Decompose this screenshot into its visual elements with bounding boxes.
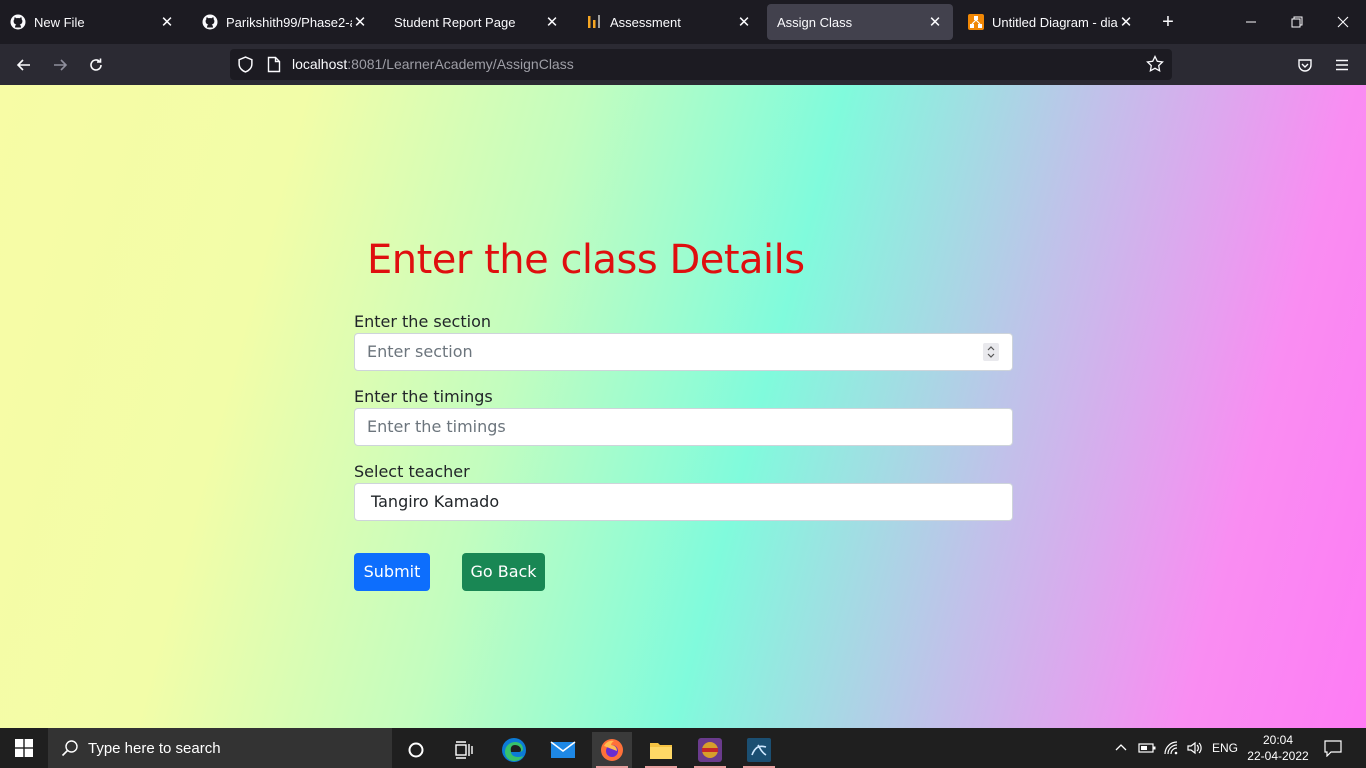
- teacher-label: Select teacher: [354, 462, 470, 481]
- star-icon[interactable]: [1146, 54, 1164, 78]
- teacher-select[interactable]: Tangiro Kamado: [354, 483, 1013, 521]
- clock-date: 22-04-2022: [1247, 749, 1309, 763]
- shield-icon[interactable]: [237, 56, 254, 78]
- firefox-icon[interactable]: [592, 732, 632, 768]
- github-icon: [10, 14, 26, 30]
- page-content: Enter the class Details Enter the sectio…: [0, 85, 1366, 728]
- tab-title: Assign Class: [777, 14, 853, 30]
- windows-taskbar: Type here to search ENG 20:04 22-04-2022: [0, 728, 1366, 768]
- tab-title: Student Report Page: [394, 14, 516, 30]
- close-icon[interactable]: ✕: [352, 13, 368, 31]
- tab-drawio[interactable]: Untitled Diagram - diagra ✕: [958, 4, 1144, 40]
- close-icon[interactable]: ✕: [927, 13, 943, 31]
- section-placeholder: Enter section: [367, 342, 473, 361]
- forward-arrow-icon[interactable]: [47, 52, 73, 78]
- tab-github-repo[interactable]: Parikshith99/Phase2-asse ✕: [192, 4, 378, 40]
- drawio-icon: [968, 14, 984, 30]
- github-icon: [202, 14, 218, 30]
- tab-title: Untitled Diagram - diagra: [992, 14, 1118, 30]
- edge-icon[interactable]: [494, 732, 534, 768]
- close-icon[interactable]: ✕: [736, 13, 752, 31]
- game-launcher-icon[interactable]: [690, 732, 730, 768]
- chevron-up-icon[interactable]: [1114, 728, 1128, 768]
- windows-start-icon[interactable]: [0, 728, 48, 768]
- tab-assign-class[interactable]: Assign Class ✕: [767, 4, 953, 40]
- search-placeholder: Type here to search: [88, 740, 221, 757]
- battery-icon[interactable]: [1138, 728, 1156, 768]
- tab-student-report[interactable]: Student Report Page ✕: [384, 4, 570, 40]
- tab-title: Assessment: [610, 14, 681, 30]
- restore-icon[interactable]: [1285, 10, 1309, 34]
- tab-title: New File: [34, 14, 85, 30]
- tab-assessment[interactable]: Assessment ✕: [576, 4, 762, 40]
- submit-button[interactable]: Submit: [354, 553, 430, 591]
- task-view-icon[interactable]: [444, 732, 484, 768]
- go-back-button[interactable]: Go Back: [462, 553, 545, 591]
- close-icon[interactable]: ✕: [159, 13, 175, 31]
- file-explorer-icon[interactable]: [641, 732, 681, 768]
- reload-icon[interactable]: [83, 52, 109, 78]
- page-title: Enter the class Details: [367, 237, 805, 283]
- number-spinner-icon[interactable]: [983, 343, 999, 361]
- url-host: localhost: [292, 56, 348, 72]
- taskbar-search[interactable]: Type here to search: [48, 728, 392, 768]
- close-window-icon[interactable]: [1331, 10, 1355, 34]
- minimize-icon[interactable]: [1239, 10, 1263, 34]
- menu-icon[interactable]: [1329, 52, 1355, 78]
- close-icon[interactable]: ✕: [1118, 13, 1134, 31]
- browser-tab-strip: New File ✕ Parikshith99/Phase2-asse ✕ St…: [0, 0, 1366, 44]
- section-input[interactable]: Enter section: [354, 333, 1013, 371]
- chart-icon: [586, 14, 602, 30]
- timings-placeholder: Enter the timings: [367, 417, 506, 436]
- url-path: :8081/LearnerAcademy/AssignClass: [347, 56, 574, 72]
- timings-input[interactable]: Enter the timings: [354, 408, 1013, 446]
- mail-icon[interactable]: [543, 732, 583, 768]
- url-text[interactable]: localhost:8081/LearnerAcademy/AssignClas…: [292, 56, 574, 72]
- wifi-icon[interactable]: [1163, 728, 1181, 768]
- taskbar-clock[interactable]: 20:04 22-04-2022: [1246, 732, 1310, 764]
- mysql-workbench-icon[interactable]: [739, 732, 779, 768]
- browser-navbar: localhost:8081/LearnerAcademy/AssignClas…: [0, 44, 1366, 85]
- tab-new-file[interactable]: New File ✕: [0, 4, 185, 40]
- tab-title: Parikshith99/Phase2-asse: [226, 14, 352, 30]
- back-arrow-icon[interactable]: [11, 52, 37, 78]
- language-indicator[interactable]: ENG: [1212, 728, 1238, 768]
- search-icon: [61, 739, 79, 762]
- pocket-icon[interactable]: [1292, 52, 1318, 78]
- timings-label: Enter the timings: [354, 387, 493, 406]
- volume-icon[interactable]: [1186, 728, 1204, 768]
- clock-time: 20:04: [1262, 733, 1294, 747]
- close-icon[interactable]: ✕: [544, 13, 560, 31]
- new-tab-button[interactable]: +: [1156, 10, 1180, 34]
- notification-icon[interactable]: [1323, 728, 1343, 768]
- page-icon[interactable]: [267, 56, 281, 78]
- url-bar[interactable]: localhost:8081/LearnerAcademy/AssignClas…: [230, 49, 1172, 80]
- section-label: Enter the section: [354, 312, 491, 331]
- teacher-selected-value: Tangiro Kamado: [371, 492, 500, 511]
- cortana-icon[interactable]: [396, 732, 436, 768]
